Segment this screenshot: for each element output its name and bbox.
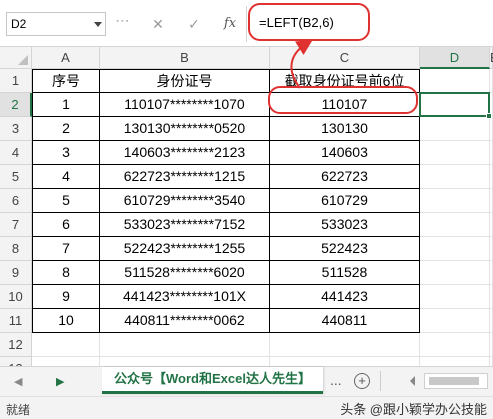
row-header-5[interactable]: 5 [0, 165, 32, 189]
cell-b11[interactable]: 440811********0062 [100, 309, 270, 333]
cell-a1[interactable]: 序号 [32, 69, 100, 93]
prev-sheet-icon[interactable]: ◀ [14, 375, 22, 388]
column-header-c[interactable]: C [270, 47, 420, 69]
select-all-corner[interactable] [0, 47, 32, 69]
cell-b4[interactable]: 140603********2123 [100, 141, 270, 165]
cell-c1[interactable]: 截取身份证号前6位 [270, 69, 420, 93]
row-header-12[interactable]: 12 [0, 333, 32, 357]
chevron-down-icon[interactable] [94, 22, 102, 27]
cell-c2[interactable]: 110107 [270, 93, 420, 117]
watermark-text: 头条 @跟小颖学办公技能 [340, 402, 487, 417]
fill-handle[interactable] [486, 113, 492, 119]
scroll-left-icon[interactable] [410, 376, 415, 386]
cell-a9[interactable]: 8 [32, 261, 100, 285]
cell-b1[interactable]: 身份证号 [100, 69, 270, 93]
cell-b3[interactable]: 130130********0520 [100, 117, 270, 141]
cell-d9[interactable] [420, 261, 490, 285]
cell-d2[interactable] [420, 93, 490, 117]
row-header-8[interactable]: 8 [0, 237, 32, 261]
cell-d5[interactable] [420, 165, 490, 189]
cell-b7[interactable]: 533023********7152 [100, 213, 270, 237]
cell-b12[interactable] [100, 333, 270, 357]
cell-c7[interactable]: 533023 [270, 213, 420, 237]
cell-a7[interactable]: 6 [32, 213, 100, 237]
cancel-formula-button[interactable]: ✕ [146, 13, 170, 35]
select-all-icon [18, 55, 28, 65]
name-box[interactable]: D2 [6, 12, 106, 36]
cell-c5[interactable]: 622723 [270, 165, 420, 189]
cell-b8[interactable]: 522423********1255 [100, 237, 270, 261]
cell-a10[interactable]: 9 [32, 285, 100, 309]
cell-c9[interactable]: 511528 [270, 261, 420, 285]
cell-d12[interactable] [420, 333, 490, 357]
formula-input[interactable]: =LEFT(B2,6) [246, 6, 492, 42]
formula-bar: D2 ⋮ ✕ ✓ fx =LEFT(B2,6) [0, 0, 493, 47]
cell-d1[interactable] [420, 69, 490, 93]
cell-a5[interactable]: 4 [32, 165, 100, 189]
cell-a4[interactable]: 3 [32, 141, 100, 165]
column-header-d[interactable]: D [420, 47, 490, 69]
cell-a11[interactable]: 10 [32, 309, 100, 333]
cell-c3[interactable]: 130130 [270, 117, 420, 141]
cell-c8[interactable]: 522423 [270, 237, 420, 261]
cell-a12[interactable] [32, 333, 100, 357]
cell-b5[interactable]: 622723********1215 [100, 165, 270, 189]
cell-d11[interactable] [420, 309, 490, 333]
status-bar: 就绪 头条 @跟小颖学办公技能 [0, 396, 493, 419]
next-sheet-icon[interactable]: ▶ [56, 375, 64, 388]
cell-a6[interactable]: 5 [32, 189, 100, 213]
more-sheets-button[interactable]: ... [330, 372, 342, 388]
cell-d6[interactable] [420, 189, 490, 213]
cell-a3[interactable]: 2 [32, 117, 100, 141]
cell-a2[interactable]: 1 [32, 93, 100, 117]
insert-function-button[interactable]: fx [218, 13, 242, 35]
enter-formula-button[interactable]: ✓ [182, 13, 206, 35]
horizontal-scrollbar[interactable] [424, 373, 488, 389]
row-header-3[interactable]: 3 [0, 117, 32, 141]
row-header-10[interactable]: 10 [0, 285, 32, 309]
row-header-4[interactable]: 4 [0, 141, 32, 165]
cell-c11[interactable]: 440811 [270, 309, 420, 333]
formula-text: =LEFT(B2,6) [259, 15, 334, 30]
tabs-divider [380, 371, 381, 391]
add-sheet-button[interactable]: + [354, 373, 370, 389]
row-header-11[interactable]: 11 [0, 309, 32, 333]
cell-b10[interactable]: 441423********101X [100, 285, 270, 309]
cell-d10[interactable] [420, 285, 490, 309]
row-header-2[interactable]: 2 [0, 93, 32, 117]
name-box-value: D2 [11, 17, 27, 31]
status-text: 就绪 [6, 403, 31, 417]
cell-c12[interactable] [270, 333, 420, 357]
cell-c6[interactable]: 610729 [270, 189, 420, 213]
cell-d8[interactable] [420, 237, 490, 261]
cell-c10[interactable]: 441423 [270, 285, 420, 309]
cell-d4[interactable] [420, 141, 490, 165]
cell-b9[interactable]: 511528********6020 [100, 261, 270, 285]
cell-b2[interactable]: 110107********1070 [100, 93, 270, 117]
row-header-7[interactable]: 7 [0, 213, 32, 237]
drag-handle-icon[interactable]: ⋮ [115, 14, 131, 27]
cell-c4[interactable]: 140603 [270, 141, 420, 165]
row-header-9[interactable]: 9 [0, 261, 32, 285]
column-header-a[interactable]: A [32, 47, 100, 69]
column-header-b[interactable]: B [100, 47, 270, 69]
horizontal-scroll-thumb[interactable] [429, 377, 479, 385]
cell-d7[interactable] [420, 213, 490, 237]
cell-d3[interactable] [420, 117, 490, 141]
row-header-1[interactable]: 1 [0, 69, 32, 93]
cell-b6[interactable]: 610729********3540 [100, 189, 270, 213]
cell-a8[interactable]: 7 [32, 237, 100, 261]
sheet-tab-active[interactable]: 公众号【Word和Excel达人先生】 [102, 367, 323, 394]
sheet-tabs-bar: ◀ ▶ 公众号【Word和Excel达人先生】 ... + [0, 366, 493, 396]
row-header-6[interactable]: 6 [0, 189, 32, 213]
